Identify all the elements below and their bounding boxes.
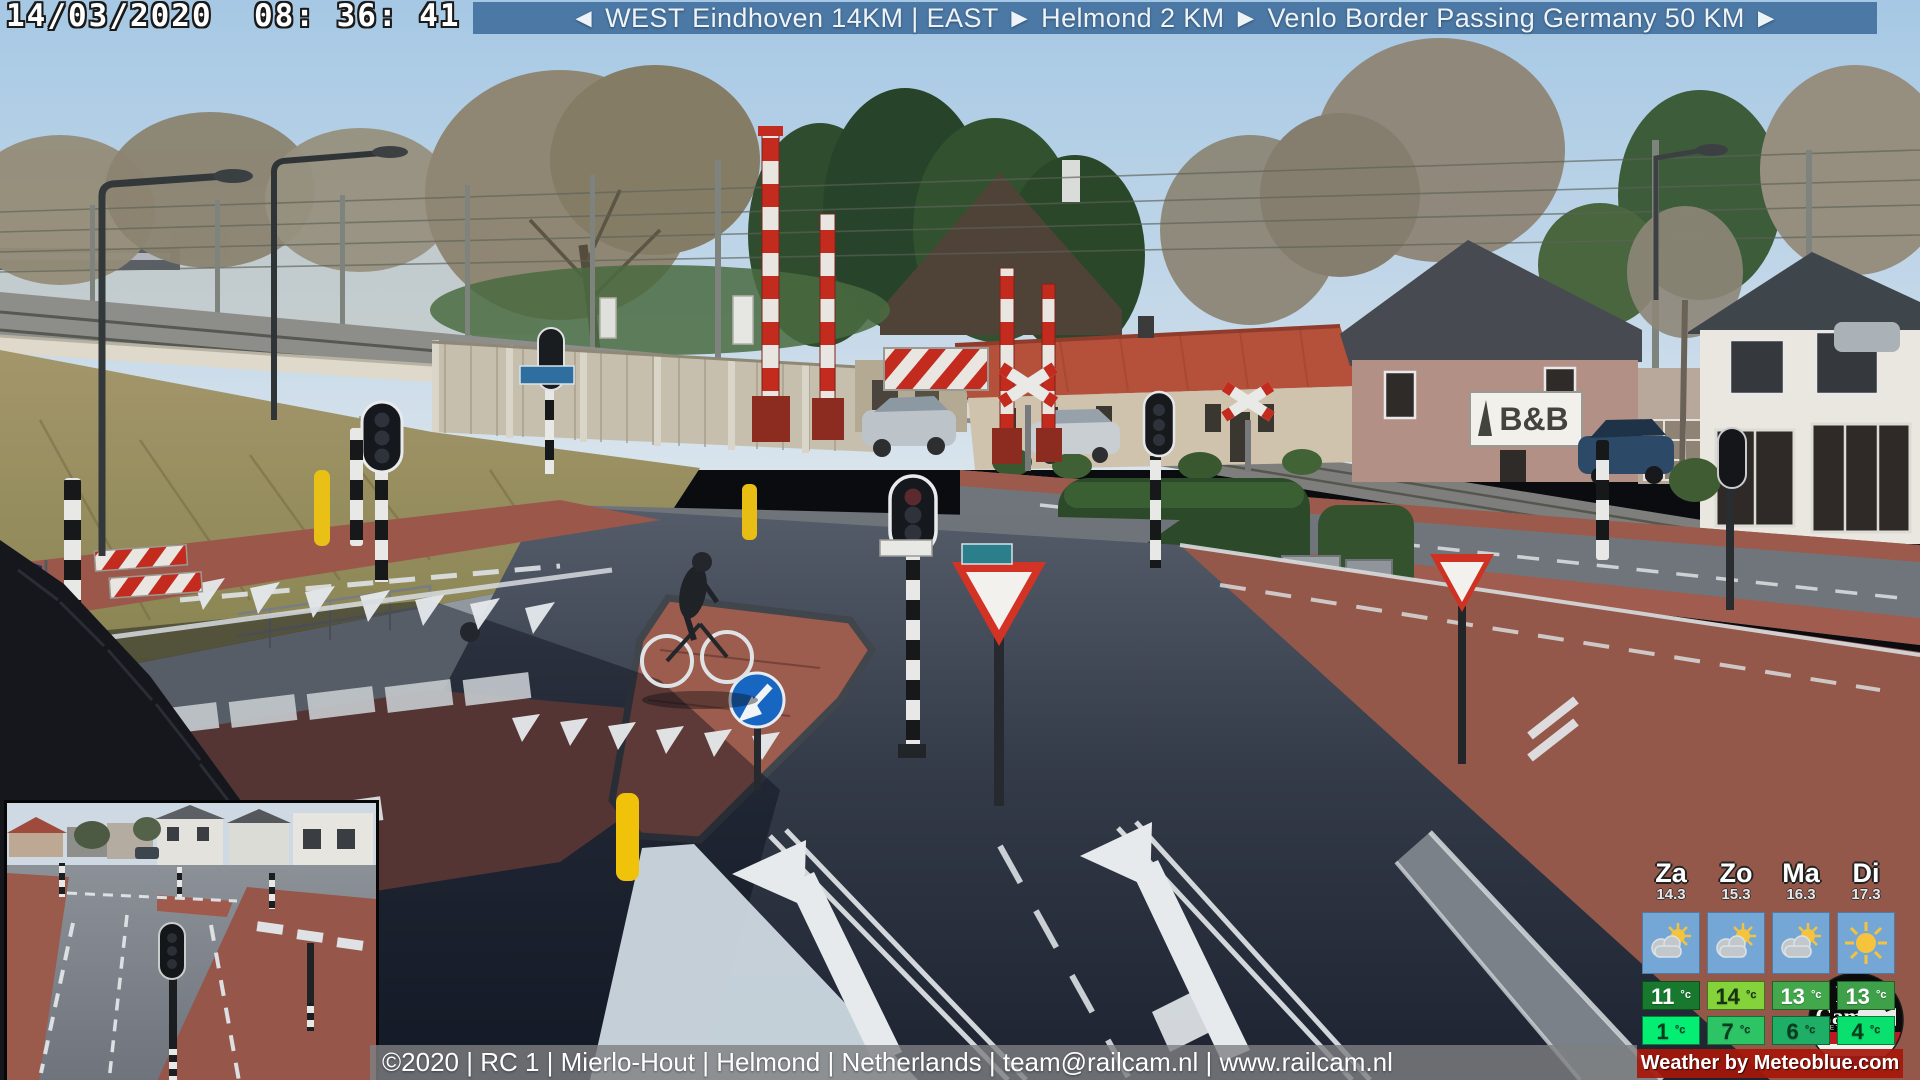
direction-banner: ◄ WEST Eindhoven 14KM | EAST ► Helmond 2…	[473, 2, 1877, 34]
yellow-bollard	[314, 470, 330, 546]
gray-car	[1834, 322, 1900, 352]
yellow-bollard	[616, 793, 639, 881]
railcam-stream-frame: B&B 14/03/2020 08: 36: 41 ◄ WEST Eindhov…	[0, 0, 1920, 1080]
weather-attribution: Weather by Meteoblue.com	[1637, 1049, 1903, 1078]
inset-camera-view	[4, 800, 379, 1080]
bnb-sign-text: B&B	[1499, 401, 1568, 437]
small-sign	[879, 539, 933, 557]
sun-behind-cloud-icon	[1707, 912, 1765, 974]
sun-behind-cloud-icon	[1772, 912, 1830, 974]
sun-behind-cloud-icon	[1642, 912, 1700, 974]
weather-icon-row	[1642, 912, 1896, 974]
weather-day-label: Di	[1852, 858, 1880, 888]
copyright-bar: ©2020 | RC 1 | Mierlo-Hout | Helmond | N…	[370, 1045, 1637, 1080]
striped-guard-panel	[883, 347, 989, 391]
weather-day-label: Zo	[1719, 858, 1753, 888]
weather-day-row: Za Zo Ma Di	[1642, 858, 1896, 888]
striped-pole	[350, 428, 363, 546]
street-sign	[519, 365, 575, 385]
weather-high-temp: 14 °c	[1707, 981, 1765, 1010]
weather-high-row: 11 °c 14 °c 13 °c 13 °c	[1642, 981, 1896, 1010]
weather-widget: Za Zo Ma Di 14.3 15.3 16.3 17.3 11 °c 14 °c 13 °…	[1642, 858, 1896, 1045]
timestamp: 14/03/2020 08: 36: 41	[6, 0, 461, 34]
weather-low-temp: 1 °c	[1642, 1016, 1700, 1045]
weather-date-label: 16.3	[1786, 886, 1816, 903]
weather-low-row: 1 °c 7 °c 6 °c 4 °c	[1642, 1016, 1896, 1045]
weather-low-temp: 4 °c	[1837, 1016, 1895, 1045]
weather-day-label: Za	[1655, 858, 1687, 888]
striped-pole	[1596, 440, 1609, 560]
weather-high-temp: 13 °c	[1772, 981, 1830, 1010]
weather-high-temp: 13 °c	[1837, 981, 1895, 1010]
weather-high-temp: 11 °c	[1642, 981, 1700, 1010]
weather-day-label: Ma	[1782, 858, 1820, 888]
weather-low-temp: 7 °c	[1707, 1016, 1765, 1045]
weather-date-label: 14.3	[1656, 886, 1686, 903]
weather-date-row: 14.3 15.3 16.3 17.3	[1642, 886, 1896, 903]
weather-date-label: 15.3	[1721, 886, 1751, 903]
weather-low-temp: 6 °c	[1772, 1016, 1830, 1045]
inset-scene	[7, 803, 376, 1080]
sun-icon	[1837, 912, 1895, 974]
small-sign	[732, 295, 754, 345]
weather-date-label: 17.3	[1851, 886, 1881, 903]
street-sign	[961, 543, 1013, 565]
yellow-bollard	[742, 484, 757, 540]
small-sign	[599, 297, 617, 339]
